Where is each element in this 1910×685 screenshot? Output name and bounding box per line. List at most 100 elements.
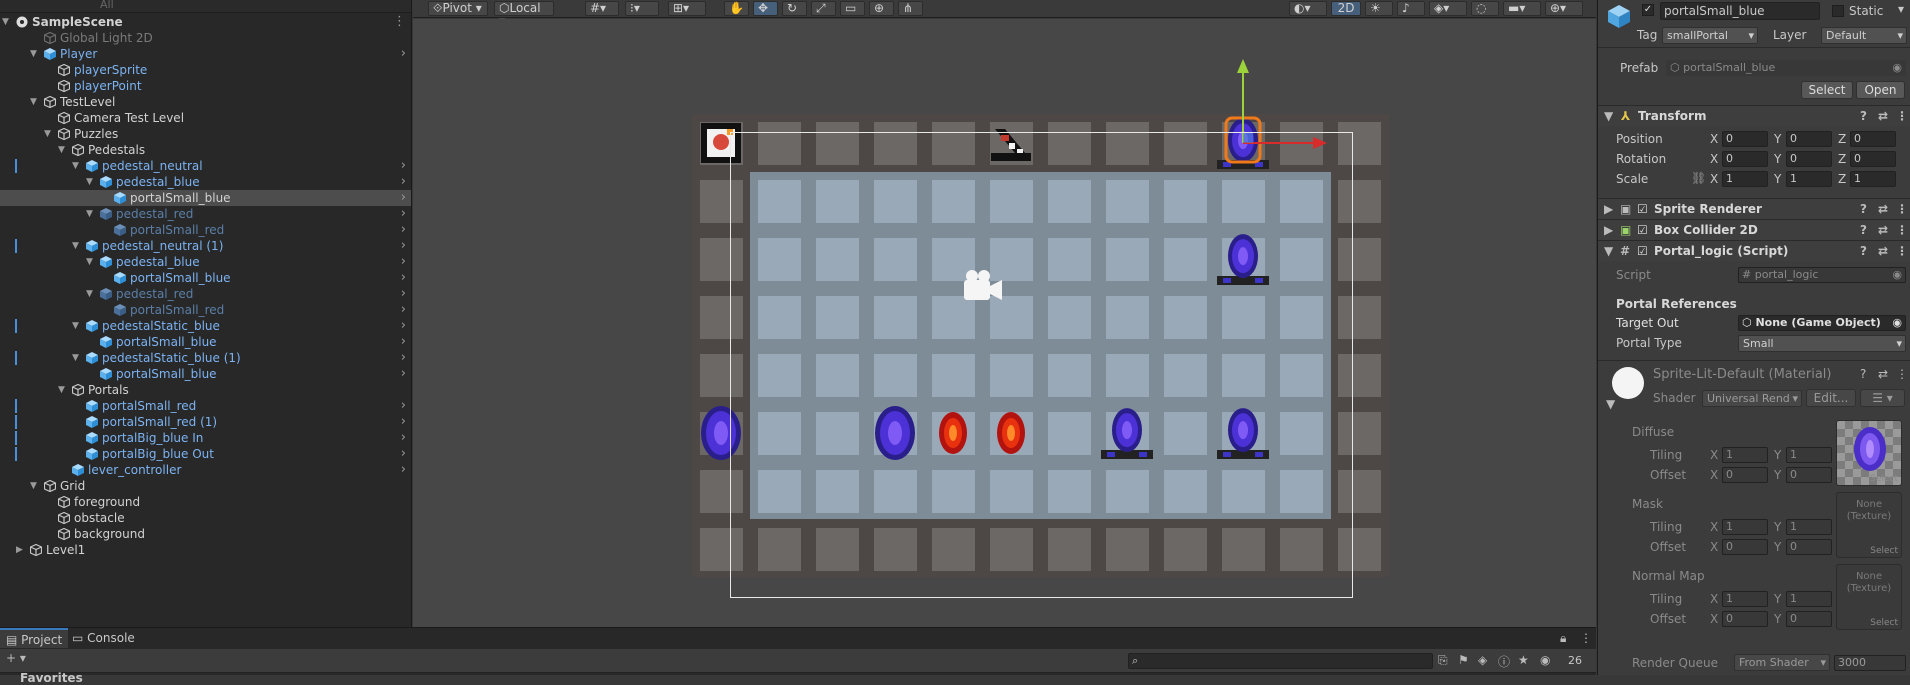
constrain-scale-icon[interactable]: ⛓ <box>1691 171 1706 185</box>
hierarchy-row[interactable]: ▼ TestLevel <box>0 94 411 110</box>
open-prefab-chevron-icon[interactable]: › <box>401 254 406 270</box>
foldout-arrow-icon[interactable]: ▼ <box>58 142 65 158</box>
sprite-renderer-header[interactable]: ▶ ▣ ☑ Sprite Renderer ? ⇄ ⋮ <box>1598 198 1910 219</box>
rotation-axis-z-label[interactable]: Z <box>1838 152 1846 166</box>
open-prefab-chevron-icon[interactable]: › <box>401 414 406 430</box>
visibility-icon[interactable]: ◌ <box>1471 1 1499 16</box>
scale-x-field[interactable]: 1 <box>1722 171 1768 187</box>
rotation-axis-y-label[interactable]: Y <box>1774 152 1781 166</box>
info-icon[interactable]: ⓘ <box>1498 653 1510 670</box>
open-prefab-chevron-icon[interactable]: › <box>401 350 406 366</box>
foldout-arrow-icon[interactable]: ▼ <box>2 14 9 30</box>
normal-map-tiling-x-field[interactable]: 1 <box>1722 591 1768 607</box>
help-icon[interactable]: ? <box>1860 220 1867 240</box>
foldout-arrow-icon[interactable]: ▼ <box>72 350 79 366</box>
component-menu-icon[interactable]: ⋮ <box>1896 367 1908 381</box>
hierarchy-row[interactable]: Global Light 2D <box>0 30 411 46</box>
hierarchy-row[interactable]: portalSmall_blue › <box>0 270 411 286</box>
foldout-arrow-icon[interactable]: ▼ <box>30 478 37 494</box>
component-menu-icon[interactable]: ⋮ <box>1896 241 1908 261</box>
static-checkbox[interactable] <box>1832 5 1844 17</box>
custom-tool-icon[interactable]: ⋔ <box>898 1 923 16</box>
hierarchy-row[interactable]: ▼ pedestal_neutral › <box>0 158 411 174</box>
box-collider-header[interactable]: ▶ ▣ ☑ Box Collider 2D ? ⇄ ⋮ <box>1598 219 1910 240</box>
hierarchy-row[interactable]: Camera Test Level <box>0 110 411 126</box>
scale-axis-x-label[interactable]: X <box>1710 172 1718 186</box>
hierarchy-row[interactable]: playerSprite <box>0 62 411 78</box>
hierarchy-row[interactable]: ▶ Level1 <box>0 542 411 558</box>
foldout-arrow-icon[interactable]: ▼ <box>86 286 93 302</box>
position-axis-y-label[interactable]: Y <box>1774 132 1781 146</box>
transform-tool-icon[interactable]: ⊕ <box>869 1 894 16</box>
static-dropdown-icon[interactable]: ▾ <box>1898 2 1904 16</box>
shader-options-button[interactable]: ☰ ▾ <box>1860 389 1905 407</box>
hierarchy-row[interactable]: ▼ pedestal_red › <box>0 206 411 222</box>
normal-map-tiling-x-label[interactable]: X <box>1710 592 1718 606</box>
help-icon[interactable]: ? <box>1860 199 1867 219</box>
help-icon[interactable]: ? <box>1860 367 1866 381</box>
open-prefab-chevron-icon[interactable]: › <box>401 366 406 382</box>
rotation-z-field[interactable]: 0 <box>1850 151 1896 167</box>
normal-map-tiling-y-field[interactable]: 1 <box>1786 591 1832 607</box>
open-prefab-chevron-icon[interactable]: › <box>401 46 406 62</box>
hierarchy-row[interactable]: playerPoint <box>0 78 411 94</box>
prefab-open-button[interactable]: Open <box>1856 81 1905 99</box>
hierarchy-row[interactable]: lever_controller › <box>0 462 411 478</box>
help-icon[interactable]: ? <box>1860 106 1867 126</box>
diffuse-texture-select-button[interactable]: Select <box>1870 474 1898 484</box>
open-prefab-chevron-icon[interactable]: › <box>401 158 406 174</box>
foldout-arrow-icon[interactable]: ▼ <box>30 46 37 62</box>
hierarchy-row[interactable]: obstacle <box>0 510 411 526</box>
mask-offset-y-label[interactable]: Y <box>1774 540 1781 554</box>
mask-tiling-x-field[interactable]: 1 <box>1722 519 1768 535</box>
open-prefab-chevron-icon[interactable]: › <box>401 174 406 190</box>
camera-icon[interactable]: ▬▾ <box>1503 1 1541 16</box>
mask-offset-y-field[interactable]: 0 <box>1786 539 1832 555</box>
scale-axis-y-label[interactable]: Y <box>1774 172 1781 186</box>
normal-map-offset-x-field[interactable]: 0 <box>1722 611 1768 627</box>
hierarchy-row[interactable]: ▼ Pedestals <box>0 142 411 158</box>
diffuse-texture-slot[interactable]: Select <box>1836 420 1902 486</box>
preset-icon[interactable]: ⇄ <box>1878 220 1888 240</box>
hierarchy-row[interactable]: ▼ Player › <box>0 46 411 62</box>
panel-menu-icon[interactable]: ⋮ <box>1580 631 1592 645</box>
hierarchy-row[interactable]: foreground <box>0 494 411 510</box>
foldout-arrow-icon[interactable]: ▼ <box>58 382 65 398</box>
diffuse-tiling-y-field[interactable]: 1 <box>1786 447 1832 463</box>
hierarchy-row[interactable]: ▼ pedestalStatic_blue › <box>0 318 411 334</box>
enabled-checkbox[interactable]: ☑ <box>1637 220 1648 240</box>
favorite-icon[interactable]: ★ <box>1518 653 1529 667</box>
hierarchy-row[interactable]: ▼ Portals <box>0 382 411 398</box>
normal-map-texture-slot[interactable]: None (Texture) Select <box>1836 564 1902 630</box>
layer-dropdown[interactable]: Default ▾ <box>1821 27 1907 44</box>
rotation-y-field[interactable]: 0 <box>1786 151 1832 167</box>
foldout-arrow-icon[interactable]: ▶ <box>16 542 23 558</box>
diffuse-tiling-y-label[interactable]: Y <box>1774 448 1781 462</box>
local-dropdown[interactable]: ⬡Local ▾ <box>494 1 554 28</box>
add-asset-icon[interactable]: + ▾ <box>6 651 26 665</box>
hierarchy-search-input[interactable]: All <box>0 0 411 13</box>
foldout-arrow-icon[interactable]: ▼ <box>44 126 51 142</box>
enabled-checkbox[interactable]: ☑ <box>1637 199 1648 219</box>
active-checkbox[interactable]: ✓ <box>1642 4 1654 16</box>
hierarchy-row[interactable]: background <box>0 526 411 542</box>
portal-type-dropdown[interactable]: Small ▾ <box>1738 335 1906 352</box>
draw-mode-icon[interactable]: ◐▾ <box>1289 1 1327 16</box>
hierarchy-row[interactable]: portalSmall_blue › <box>0 334 411 350</box>
normal-map-tiling-y-label[interactable]: Y <box>1774 592 1781 606</box>
component-menu-icon[interactable]: ⋮ <box>1896 199 1908 219</box>
transform-header[interactable]: ▼ ⅄ Transform ? ⇄ ⋮ <box>1598 105 1910 126</box>
tab-project[interactable]: ▤ Project <box>0 628 69 648</box>
normal-map-texture-select-button[interactable]: Select <box>1870 618 1898 628</box>
increment-snap-icon[interactable]: ⁝▾ <box>625 1 659 16</box>
open-prefab-chevron-icon[interactable]: › <box>401 398 406 414</box>
open-prefab-chevron-icon[interactable]: › <box>401 462 406 478</box>
diffuse-offset-x-field[interactable]: 0 <box>1722 467 1768 483</box>
portal-logic-header[interactable]: ▼ # ☑ Portal_logic (Script) ? ⇄ ⋮ <box>1598 240 1910 261</box>
pivot-dropdown[interactable]: ⟐Pivot ▾ <box>428 1 488 16</box>
foldout-arrow-icon[interactable]: ▼ <box>72 158 79 174</box>
lighting-icon[interactable]: ☀ <box>1365 1 1393 16</box>
render-queue-dropdown[interactable]: From Shader ▾ <box>1734 654 1830 671</box>
hierarchy-row[interactable]: portalBig_blue In › <box>0 430 411 446</box>
normal-map-offset-x-label[interactable]: X <box>1710 612 1718 626</box>
